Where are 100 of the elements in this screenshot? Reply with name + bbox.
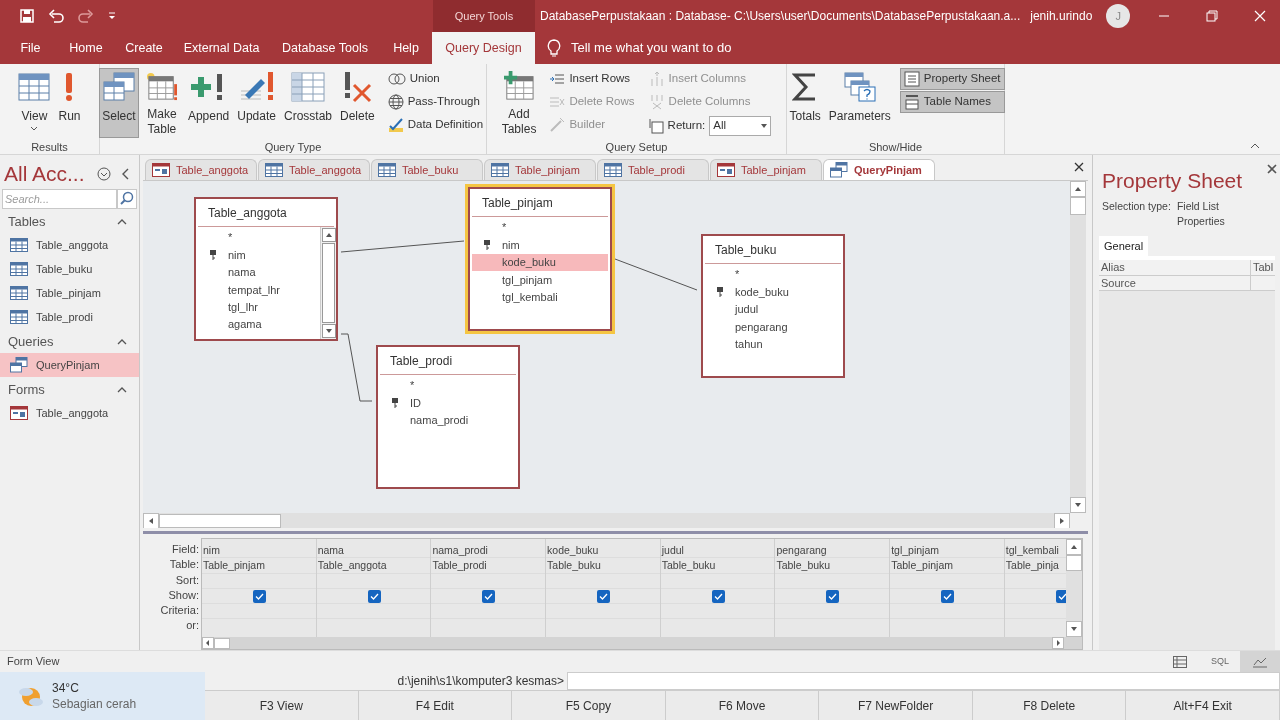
nav-group-header[interactable]: Queries [8, 332, 54, 352]
field-row[interactable]: agama [198, 315, 318, 334]
field-row[interactable]: ID [380, 394, 516, 412]
field-row[interactable]: nama_prodi [380, 411, 516, 430]
ribbon-button[interactable]: Table Names [899, 91, 1005, 113]
customize-caret-icon[interactable] [108, 12, 116, 20]
ribbon-button[interactable]: Union [383, 68, 488, 90]
scroll-down-icon[interactable] [321, 324, 336, 338]
ribbon-tab[interactable]: External Data [173, 32, 270, 64]
function-key-button[interactable]: F5 Copy [512, 691, 666, 720]
nav-group-header[interactable]: Tables [8, 212, 46, 232]
field-row[interactable]: tempat_lhr [198, 281, 318, 299]
ribbon-button[interactable]: Data Definition [383, 114, 488, 136]
ribbon-tab[interactable]: Create [115, 32, 173, 64]
ribbon-button[interactable]: Add Tables [498, 68, 540, 138]
function-key-button[interactable]: F7 NewFolder [819, 691, 973, 720]
scroll-right-icon[interactable] [1054, 513, 1070, 529]
ribbon-button[interactable]: View [15, 68, 54, 138]
sql-view-button[interactable]: SQL [1200, 650, 1240, 673]
scroll-left-icon[interactable] [202, 637, 214, 649]
ribbon-button[interactable]: Crosstab [280, 68, 335, 138]
ribbon-button[interactable]: Pass-Through [383, 91, 488, 113]
field-cell[interactable]: nama_prodi [431, 543, 546, 559]
function-key-button[interactable]: F8 Delete [972, 691, 1127, 720]
function-key-button[interactable]: F4 Edit [358, 691, 513, 720]
field-row[interactable]: tahun [705, 335, 841, 353]
collapse-ribbon-icon[interactable] [1250, 143, 1260, 149]
scroll-down-icon[interactable] [1066, 621, 1082, 637]
close-icon[interactable] [1074, 162, 1084, 172]
document-tab[interactable]: Table_pinjam [710, 159, 822, 180]
scroll-right-icon[interactable] [1052, 637, 1064, 649]
scrollbar-thumb[interactable] [1066, 555, 1082, 571]
property-value[interactable]: Tabl [1251, 260, 1276, 275]
field-row[interactable]: kode_buku [705, 283, 841, 301]
show-checkbox[interactable] [711, 589, 725, 603]
field-row[interactable]: nama [198, 263, 318, 282]
field-row[interactable]: pengarang [705, 318, 841, 336]
document-tab[interactable]: Table_prodi [597, 159, 709, 180]
search-field[interactable]: Search... [2, 189, 117, 209]
show-checkbox[interactable] [367, 589, 381, 603]
field-list[interactable]: Table_anggota * nim nama tempat_lhr tgl_lhr agama [194, 197, 338, 341]
scroll-down-icon[interactable] [1070, 497, 1086, 513]
weather-widget[interactable]: 34°C Sebagian cerah [0, 672, 205, 720]
horizontal-scrollbar[interactable] [143, 513, 1070, 529]
ribbon-button[interactable]: Insert Rows [545, 68, 639, 90]
search-icon[interactable] [117, 189, 137, 209]
field-row[interactable]: tgl_kembali [472, 288, 608, 306]
field-row[interactable]: tgl_lhr [198, 298, 318, 316]
function-key-button[interactable]: Alt+F4 Exit [1126, 691, 1280, 720]
document-tab[interactable]: Table_pinjam [484, 159, 596, 180]
save-icon[interactable] [20, 9, 34, 23]
table-cell[interactable]: Table_buku [775, 558, 890, 574]
field-cell[interactable]: nama [316, 543, 431, 559]
ribbon-tab[interactable]: Help [380, 32, 432, 64]
vertical-scrollbar[interactable] [1066, 539, 1082, 637]
show-checkbox[interactable] [482, 589, 496, 603]
nav-item[interactable]: QueryPinjam [0, 353, 139, 377]
ribbon-tab[interactable]: Database Tools [270, 32, 380, 64]
scrollbar-thumb[interactable] [214, 637, 230, 649]
property-tab[interactable]: General [1099, 236, 1149, 256]
scroll-up-icon[interactable] [1070, 181, 1086, 197]
show-checkbox[interactable] [253, 589, 266, 603]
field-row[interactable]: nim [472, 236, 608, 254]
return-dropdown[interactable]: All [709, 116, 772, 136]
show-checkbox[interactable] [597, 589, 611, 603]
ribbon-tab[interactable]: Query Design [432, 32, 535, 64]
ribbon-button[interactable]: Append [184, 68, 233, 138]
ribbon-button[interactable]: Update [234, 68, 279, 138]
field-row[interactable]: * [198, 229, 318, 247]
caret-up-icon[interactable] [117, 339, 127, 345]
join-line[interactable] [340, 240, 465, 253]
function-key-button[interactable]: F3 View [205, 691, 359, 720]
table-cell[interactable]: Table_anggota [316, 558, 431, 574]
nav-item[interactable]: Table_buku [0, 257, 139, 281]
ribbon-button[interactable]: Select [98, 68, 139, 138]
table-cell[interactable]: Table_buku [546, 558, 660, 574]
ribbon-button[interactable]: Make Table [140, 68, 183, 138]
dropdown-circle-icon[interactable] [97, 167, 111, 181]
tell-me-field[interactable]: Tell me what you want to do [571, 38, 732, 58]
nav-item[interactable]: Table_anggota [0, 401, 139, 425]
show-checkbox[interactable] [826, 589, 840, 603]
field-cell[interactable]: pengarang [775, 543, 890, 559]
restore-icon[interactable] [1206, 10, 1218, 22]
lightbulb-icon[interactable] [547, 39, 561, 57]
scrollbar-thumb[interactable] [322, 243, 335, 323]
field-row[interactable]: * [380, 377, 516, 395]
redo-icon[interactable] [78, 9, 94, 23]
function-key-button[interactable]: F6 Move [665, 691, 820, 720]
field-row[interactable]: judul [705, 300, 841, 319]
caret-up-icon[interactable] [117, 219, 127, 225]
scrollbar-thumb[interactable] [159, 514, 281, 528]
scroll-left-icon[interactable] [143, 513, 159, 529]
undo-icon[interactable] [48, 9, 64, 23]
field-list[interactable]: Table_prodi * ID nama_prodi [376, 345, 520, 489]
nav-item[interactable]: Table_anggota [0, 233, 139, 257]
table-cell[interactable]: Table_pinjam [202, 558, 316, 574]
caret-up-icon[interactable] [117, 387, 127, 393]
nav-item[interactable]: Table_pinjam [0, 281, 139, 305]
ribbon-tab[interactable]: Home [57, 32, 115, 64]
field-row[interactable]: kode_buku [472, 253, 608, 272]
